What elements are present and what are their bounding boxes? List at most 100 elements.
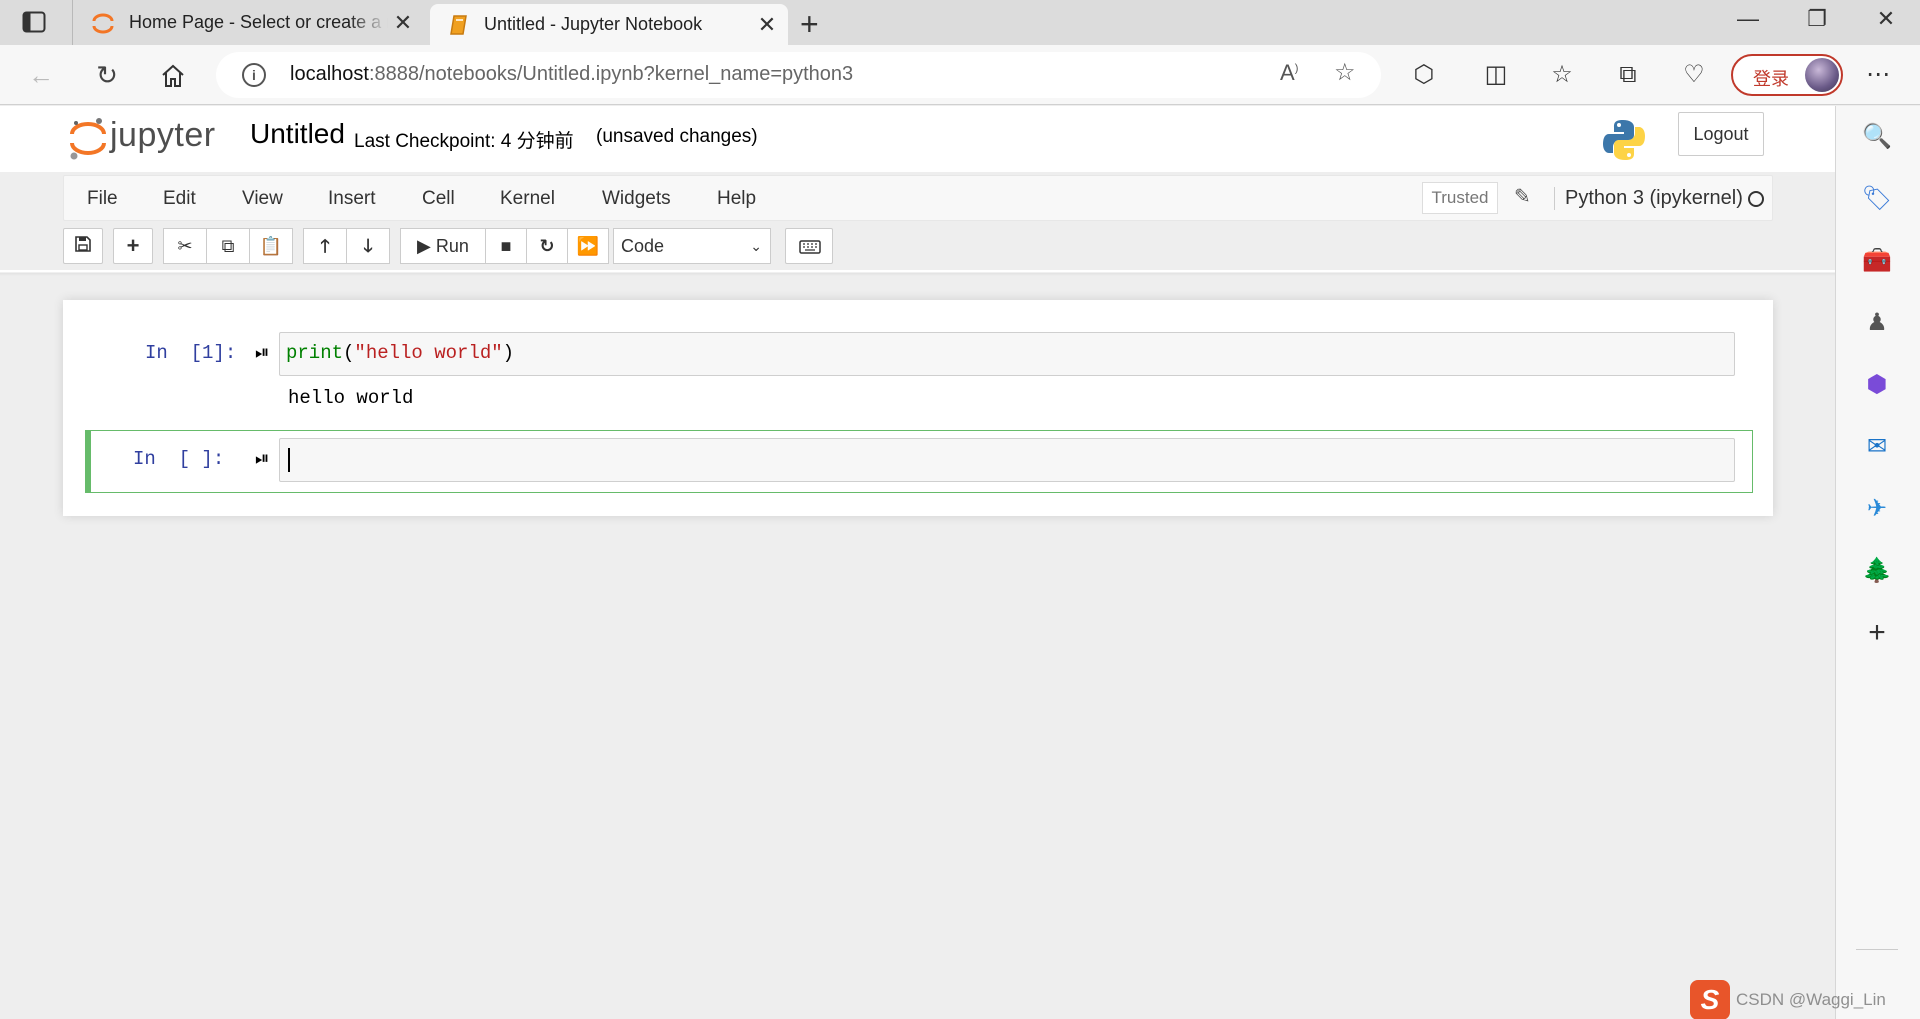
checkpoint-status: Last Checkpoint: 4 分钟前 [354, 131, 574, 152]
kernel-name[interactable]: Python 3 (ipykernel) [1554, 187, 1743, 210]
scissors-icon: ✂ [177, 236, 193, 256]
login-button[interactable]: 登录 [1731, 54, 1843, 96]
favorite-add-icon[interactable]: ☆ [1334, 58, 1356, 87]
jupyter-logo-text: jupyter [110, 116, 216, 154]
cell-input-editor[interactable]: print("hello world") [279, 332, 1735, 376]
keyboard-icon [799, 240, 821, 254]
cell-input-editor[interactable] [279, 438, 1735, 482]
notebook-menubar: File Edit View Insert Cell Kernel Widget… [63, 175, 1773, 221]
menu-file[interactable]: File [87, 188, 118, 210]
tab-title: Untitled - Jupyter Notebook [484, 14, 703, 34]
games-icon[interactable]: ♟ [1860, 306, 1894, 340]
new-tab-icon[interactable]: + [800, 6, 819, 43]
more-menu-icon[interactable]: ⋯ [1860, 57, 1896, 93]
browser-tab-home[interactable]: Home Page - Select or create a notebook … [72, 0, 424, 45]
add-sidebar-app-icon[interactable]: + [1860, 616, 1894, 650]
back-icon[interactable]: ← [24, 59, 58, 93]
shopping-tag-icon[interactable]: 🏷 [1860, 182, 1894, 216]
command-palette-button[interactable] [785, 228, 833, 264]
kernel-idle-status-icon [1748, 191, 1764, 207]
browser-essentials-icon[interactable]: ♡ [1676, 57, 1712, 93]
split-screen-icon[interactable]: ◫ [1478, 57, 1514, 93]
browser-tab-bar: Home Page - Select or create a notebook … [0, 0, 1920, 45]
search-icon[interactable]: 🔍 [1860, 120, 1894, 154]
header-divider [0, 270, 1835, 276]
interrupt-button[interactable]: ■ [485, 228, 527, 264]
menu-widgets[interactable]: Widgets [602, 188, 671, 210]
microsoft-365-icon[interactable]: ⬢ [1860, 368, 1894, 402]
play-icon: ▶ [417, 236, 431, 256]
paste-icon: 📋 [259, 236, 283, 256]
sogou-ime-icon: S [1690, 980, 1730, 1019]
watermark-text: CSDN @Waggi_Lin [1736, 990, 1886, 1009]
run-button[interactable]: ▶ Run [400, 228, 486, 264]
site-info-icon[interactable]: i [242, 63, 266, 87]
notebook-container: In [1]: ⏯ print("hello world") hello wor… [63, 300, 1773, 516]
jupyter-logo-icon [70, 118, 106, 160]
input-prompt: In [ ]: [133, 448, 225, 470]
minimize-icon[interactable]: — [1728, 6, 1768, 32]
cut-button[interactable]: ✂ [163, 228, 207, 264]
notebook-book-icon [450, 14, 467, 35]
browser-sidebar: 🔍 🏷 🧰 ♟ ⬢ ✉ ✈ 🌲 + [1835, 106, 1920, 1019]
collections-icon[interactable]: ⧉ [1610, 57, 1646, 93]
send-paper-plane-icon[interactable]: ✈ [1860, 492, 1894, 526]
tab-actions-icon[interactable] [22, 11, 46, 33]
jupyter-header: jupyter Untitled Last Checkpoint: 4 分钟前 … [0, 106, 1835, 172]
home-icon[interactable] [156, 59, 190, 93]
edit-mode-pencil-icon: ✎ [1514, 186, 1531, 208]
watermark-overlay: S CSDN @Waggi_Lin [1690, 980, 1920, 1019]
browser-toolbar: ← ↻ i localhost:8888/notebooks/Untitled.… [0, 45, 1920, 105]
logout-button[interactable]: Logout [1678, 112, 1764, 156]
tools-briefcase-icon[interactable]: 🧰 [1860, 244, 1894, 278]
input-prompt: In [1]: [145, 342, 237, 364]
stop-icon: ■ [500, 236, 512, 256]
move-down-button[interactable]: 🡓 [346, 228, 390, 264]
menu-view[interactable]: View [242, 188, 283, 210]
browser-tab-notebook[interactable]: Untitled - Jupyter Notebook ✕ [430, 4, 788, 45]
restore-icon[interactable]: ❐ [1797, 6, 1837, 32]
autosave-status: (unsaved changes) [596, 126, 758, 147]
jupyter-logo[interactable]: jupyter [68, 116, 228, 162]
arrow-up-icon: 🡑 [320, 236, 330, 256]
python-logo-icon [1603, 120, 1645, 160]
trusted-indicator[interactable]: Trusted [1422, 182, 1498, 214]
text-cursor [288, 448, 290, 472]
avatar [1805, 58, 1839, 92]
restart-kernel-button[interactable]: ↻ [526, 228, 568, 264]
menu-help[interactable]: Help [717, 188, 756, 210]
outlook-icon[interactable]: ✉ [1860, 430, 1894, 464]
save-icon [75, 236, 91, 252]
favorites-icon[interactable]: ☆ [1544, 57, 1580, 93]
close-tab-icon[interactable]: ✕ [752, 12, 782, 38]
move-up-button[interactable]: 🡑 [303, 228, 347, 264]
paste-button[interactable]: 📋 [249, 228, 293, 264]
window-close-icon[interactable]: ✕ [1866, 6, 1906, 32]
insert-cell-button[interactable]: + [113, 228, 153, 264]
selected-code-cell[interactable]: In [ ]: ⏯ [85, 430, 1753, 493]
copy-icon: ⧉ [221, 236, 235, 256]
notebook-title[interactable]: Untitled [250, 118, 345, 150]
cell-type-select[interactable]: Code ⌄ [613, 228, 771, 264]
read-aloud-icon[interactable]: A) [1280, 60, 1298, 86]
run-cell-icon[interactable]: ⏯ [255, 448, 269, 469]
url-text[interactable]: localhost:8888/notebooks/Untitled.ipynb?… [290, 63, 853, 86]
extensions-icon[interactable]: ⬡ [1406, 57, 1442, 93]
tab-title: Home Page - Select or create a notebook [129, 12, 388, 32]
close-tab-icon[interactable]: ✕ [388, 10, 418, 36]
menu-kernel[interactable]: Kernel [500, 188, 555, 210]
tree-icon[interactable]: 🌲 [1860, 554, 1894, 588]
jupyter-page: jupyter Untitled Last Checkpoint: 4 分钟前 … [0, 106, 1835, 1019]
address-bar[interactable]: i localhost:8888/notebooks/Untitled.ipyn… [216, 52, 1381, 98]
menu-insert[interactable]: Insert [328, 188, 376, 210]
chevron-down-icon: ⌄ [750, 238, 762, 254]
sidebar-divider [1856, 949, 1898, 950]
restart-icon: ↻ [539, 236, 555, 256]
copy-button[interactable]: ⧉ [206, 228, 250, 264]
refresh-icon[interactable]: ↻ [90, 59, 124, 93]
restart-run-all-button[interactable]: ⏩ [567, 228, 609, 264]
run-cell-icon[interactable]: ⏯ [255, 342, 269, 363]
menu-cell[interactable]: Cell [422, 188, 455, 210]
menu-edit[interactable]: Edit [163, 188, 196, 210]
save-button[interactable] [63, 228, 103, 264]
